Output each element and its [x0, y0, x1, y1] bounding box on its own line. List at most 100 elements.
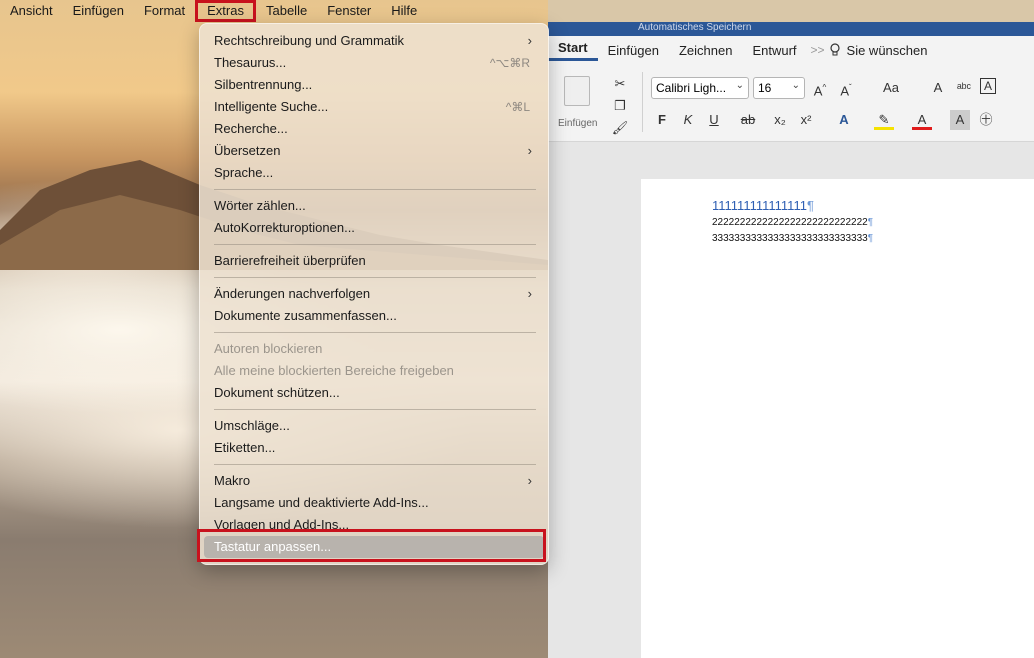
document-line-1: 111111111111111¶	[712, 198, 814, 213]
menu-item-barrierefreiheit[interactable]: Barrierefreiheit überprüfen	[214, 250, 544, 272]
menu-item-label: Barrierefreiheit überprüfen	[214, 253, 366, 268]
italic-button[interactable]: K	[678, 110, 698, 130]
lightbulb-icon	[829, 43, 840, 56]
menu-item-uebersetzen[interactable]: Übersetzen ›	[214, 140, 544, 162]
menu-item-add-ins[interactable]: Langsame und deaktivierte Add-Ins...	[214, 492, 544, 514]
menu-separator	[214, 409, 536, 410]
menu-item-etiketten[interactable]: Etiketten...	[214, 437, 544, 459]
autosave-label: Automatisches Speichern	[638, 22, 752, 33]
menu-item-autoren-blockieren: Autoren blockieren	[214, 338, 544, 360]
format-painter-icon[interactable]: 🖌	[610, 118, 630, 138]
menubar-extras[interactable]: Extras	[195, 0, 256, 22]
menubar-tabelle[interactable]: Tabelle	[256, 0, 317, 22]
menubar-hilfe[interactable]: Hilfe	[381, 0, 427, 22]
line-3-text: 3333333333333333333333333333	[712, 233, 868, 244]
menu-item-thesaurus[interactable]: Thesaurus... ^⌥⌘R	[214, 52, 544, 74]
tell-me-search[interactable]: Sie wünschen	[829, 42, 928, 58]
menu-item-label: Sprache...	[214, 165, 274, 180]
text-effects-button[interactable]: A	[834, 110, 854, 130]
menubar-fenster[interactable]: Fenster	[317, 0, 381, 22]
line-1-text: 111111111111111	[712, 198, 807, 213]
line-2-text: 2222222222222222222222222222	[712, 217, 868, 228]
menu-separator	[214, 464, 536, 465]
font-color-button[interactable]: A	[912, 110, 932, 130]
menu-item-rechtschreibung[interactable]: Rechtschreibung und Grammatik ›	[214, 30, 544, 52]
enclose-characters-icon[interactable]: ㊉	[976, 110, 996, 130]
tab-einfuegen[interactable]: Einfügen	[598, 43, 669, 58]
menu-item-label: Makro	[214, 473, 251, 488]
more-tabs-icon[interactable]: >>	[807, 43, 829, 57]
ribbon: Einfügen ✂ ❐ 🖌 Calibri Ligh... ⌄ 16 ⌄ A^…	[548, 64, 1034, 142]
pilcrow-mark: ¶	[867, 217, 874, 228]
document-line-3: 3333333333333333333333333333¶	[712, 233, 873, 244]
document-line-2: 2222222222222222222222222222¶	[712, 217, 873, 228]
menubar-einfuegen[interactable]: Einfügen	[63, 0, 134, 22]
highlight-annotation-box	[197, 529, 546, 562]
menu-item-dokumente-zusammenfassen[interactable]: Dokumente zusammenfassen...	[214, 305, 544, 327]
superscript-button[interactable]: x²	[796, 110, 816, 130]
menu-separator	[214, 189, 536, 190]
menu-item-label: Änderungen nachverfolgen	[214, 286, 371, 301]
word-titlebar: Automatisches Speichern	[548, 22, 1034, 36]
chevron-down-icon: ⌄	[791, 80, 800, 91]
menu-item-label: Dokument schützen...	[214, 385, 340, 400]
shortcut-label: ^⌥⌘R	[489, 56, 530, 70]
menu-item-label: AutoKorrekturoptionen...	[214, 220, 355, 235]
menu-item-autokorrektur[interactable]: AutoKorrekturoptionen...	[214, 217, 544, 239]
menu-item-label: Thesaurus...	[214, 55, 287, 70]
menu-item-label: Recherche...	[214, 121, 288, 136]
menu-item-label: Langsame und deaktivierte Add-Ins...	[214, 495, 429, 510]
menu-item-aenderungen[interactable]: Änderungen nachverfolgen ›	[214, 283, 544, 305]
menu-item-silbentrennung[interactable]: Silbentrennung...	[214, 74, 544, 96]
clear-formatting-icon[interactable]: A	[928, 78, 948, 98]
menubar-ansicht[interactable]: Ansicht	[0, 0, 63, 22]
menu-item-label: Etiketten...	[214, 440, 276, 455]
search-label: Sie wünschen	[846, 42, 928, 58]
shrink-font-icon[interactable]: Aˇ	[836, 78, 856, 98]
font-size-value: 16	[758, 81, 772, 95]
strikethrough-button[interactable]: ab	[738, 110, 758, 130]
document-page[interactable]: 111111111111111¶ 22222222222222222222222…	[641, 179, 1034, 658]
menu-item-label: Dokumente zusammenfassen...	[214, 308, 397, 323]
underline-button[interactable]: U	[704, 110, 724, 130]
menu-item-recherche[interactable]: Recherche...	[214, 118, 544, 140]
grow-font-icon[interactable]: A^	[810, 78, 830, 98]
copy-icon[interactable]: ❐	[610, 96, 630, 116]
ribbon-divider	[642, 72, 643, 132]
bold-button[interactable]: F	[652, 110, 672, 130]
menu-item-intelligente-suche[interactable]: Intelligente Suche... ^⌘L	[214, 96, 544, 118]
chevron-right-icon: ›	[527, 143, 532, 158]
pilcrow-mark: ¶	[867, 233, 874, 244]
chevron-right-icon: ›	[527, 473, 532, 488]
menubar-format[interactable]: Format	[134, 0, 195, 22]
menu-item-label: Silbentrennung...	[214, 77, 313, 92]
chevron-down-icon: ⌄	[735, 80, 744, 91]
tab-zeichnen[interactable]: Zeichnen	[669, 43, 742, 58]
ribbon-tabs: Start Einfügen Zeichnen Entwurf >> Sie w…	[548, 36, 1034, 64]
menu-item-woerter-zaehlen[interactable]: Wörter zählen...	[214, 195, 544, 217]
menu-separator	[214, 244, 536, 245]
phonetic-guide-icon[interactable]: ᵃᵇᶜ	[954, 78, 974, 98]
font-name-select[interactable]: Calibri Ligh... ⌄	[651, 77, 749, 99]
document-area: 111111111111111¶ 22222222222222222222222…	[548, 142, 1034, 658]
font-size-select[interactable]: 16 ⌄	[753, 77, 805, 99]
cut-icon[interactable]: ✂	[610, 74, 630, 94]
character-border-icon[interactable]: A	[980, 78, 996, 94]
tab-start[interactable]: Start	[548, 40, 598, 61]
menu-item-bereiche-freigeben: Alle meine blockierten Bereiche freigebe…	[214, 360, 544, 382]
tab-entwurf[interactable]: Entwurf	[742, 43, 806, 58]
menu-item-label: Wörter zählen...	[214, 198, 306, 213]
character-shading-icon[interactable]: A	[950, 110, 970, 130]
font-name-value: Calibri Ligh...	[656, 81, 727, 95]
menu-item-label: Alle meine blockierten Bereiche freigebe…	[214, 363, 454, 378]
highlight-color-icon[interactable]: ✎	[874, 110, 894, 130]
menu-item-makro[interactable]: Makro ›	[214, 470, 544, 492]
change-case-button[interactable]: Aa	[876, 78, 906, 98]
menu-separator	[214, 332, 536, 333]
paste-button[interactable]: Einfügen	[558, 74, 608, 130]
menu-item-sprache[interactable]: Sprache...	[214, 162, 544, 184]
clipboard-icon	[564, 76, 590, 106]
menu-item-dokument-schuetzen[interactable]: Dokument schützen...	[214, 382, 544, 404]
menu-item-umschlaege[interactable]: Umschläge...	[214, 415, 544, 437]
subscript-button[interactable]: x₂	[770, 110, 790, 130]
